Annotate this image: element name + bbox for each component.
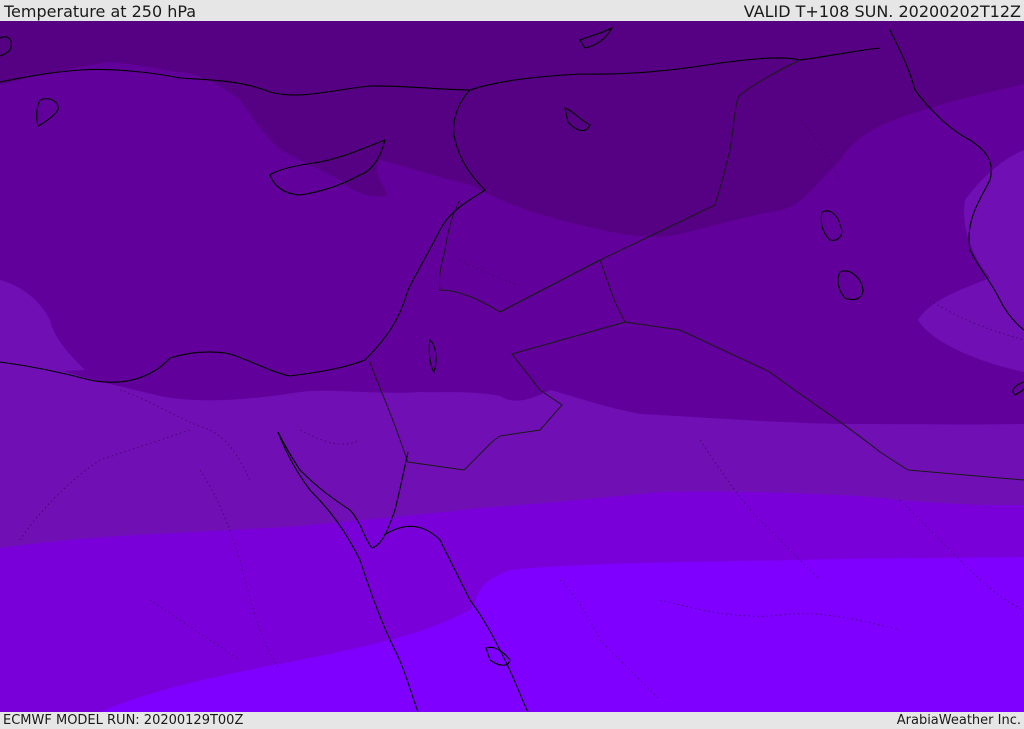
temperature-map[interactable] [0,21,1024,712]
footer-bar: ECMWF MODEL RUN: 20200129T00Z ArabiaWeat… [0,712,1024,729]
header-bar: Temperature at 250 hPa VALID T+108 SUN. … [0,0,1024,21]
valid-time: VALID T+108 SUN. 20200202T12Z [743,2,1021,21]
credit-label: ArabiaWeather Inc. [896,713,1021,728]
map-title: Temperature at 250 hPa [4,2,197,21]
model-run-label: ECMWF MODEL RUN: 20200129T00Z [3,713,244,728]
